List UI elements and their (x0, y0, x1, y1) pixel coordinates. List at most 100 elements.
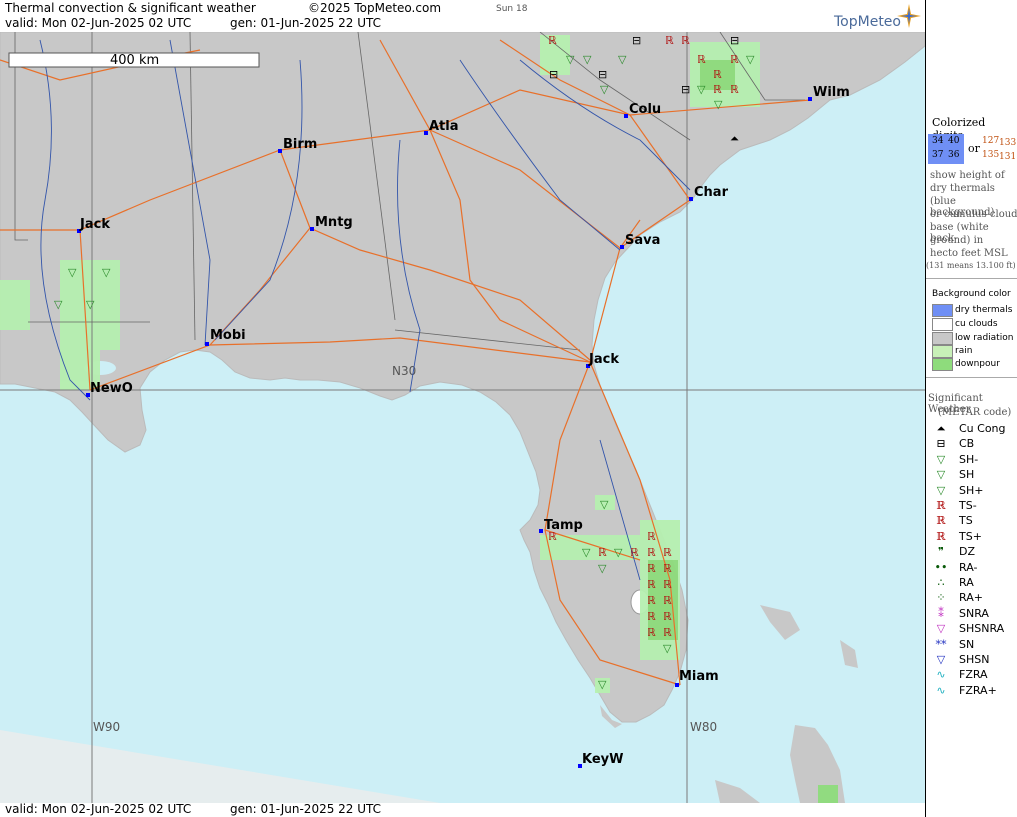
thunderstorm-icon: ℝ (647, 610, 656, 623)
sig-weather-label: SNRA (959, 606, 989, 620)
shower-icon: ▽ (600, 498, 609, 511)
sig-weather-label: CB (959, 437, 975, 451)
snow-rain-icon: ⁑ (938, 606, 944, 620)
sig-weather-label: DZ (959, 545, 976, 559)
freezing-rain-heavy-icon: ∿ (936, 683, 946, 697)
white-digits-box: 127 133 135 131 (982, 136, 1017, 162)
desc-line: hecto feet MSL (930, 248, 1008, 259)
bg-label: cu clouds (955, 319, 998, 329)
bg-label: rain (955, 346, 973, 356)
sig-weather-label: FZRA+ (959, 683, 997, 697)
thunderstorm-icon: ℝ (936, 514, 946, 528)
thunderstorm-icon: ℝ (630, 546, 639, 559)
sig-weather-label: Cu Cong (959, 422, 1006, 435)
valid-time: valid: Mon 02-Jun-2025 02 UTC (5, 16, 192, 30)
thunderstorm-icon: ℝ (713, 83, 722, 96)
blue-digits-box: 34 40 37 36 (928, 134, 964, 164)
thunderstorm-icon: ℝ (598, 546, 607, 559)
sig-weather-label: RA (959, 576, 974, 589)
thunderstorm-heavy-icon: ℝ (936, 529, 946, 543)
bg-label: downpour (955, 359, 1000, 369)
rain-light-icon: •• (934, 560, 948, 574)
shower-icon: ▽ (746, 53, 755, 66)
city-atlanta: Atla (429, 119, 459, 134)
cb-icon: ⊟ (681, 83, 690, 96)
desc-line: ground) in (930, 235, 984, 246)
shower-icon: ▽ (566, 53, 575, 66)
sig-weather-label: SHSN (959, 653, 990, 666)
bg-label: dry thermals (955, 305, 1013, 315)
sig-weather-label: TS+ (959, 529, 982, 543)
shower-icon: ▽ (714, 98, 723, 111)
swatch-downpour (932, 358, 953, 371)
thunderstorm-icon: ℝ (647, 562, 656, 575)
grid-label-w90: W90 (93, 720, 120, 734)
sig-weather-label: TS- (959, 499, 977, 512)
sig-weather-label: TS (959, 514, 973, 528)
shower-icon: ▽ (582, 546, 591, 559)
city-birmingham: Birm (283, 137, 317, 152)
city-wilmington: Wilm (813, 85, 850, 100)
legend-panel: Colorized digits 34 40 37 36 or 127 133 … (925, 0, 1017, 817)
weather-map[interactable]: N30 W90 W80 400 km ℝ ℝ ℝ ▽ ▽ ▽ ℝ ℝ ▽ ℝ ▽… (0, 32, 925, 803)
sig-weather-label: RA- (959, 560, 978, 574)
cb-icon: ⊟ (632, 34, 641, 47)
cb-icon: ⊟ (598, 68, 607, 81)
swatch-low-radiation (932, 332, 953, 345)
thunderstorm-icon: ℝ (681, 34, 690, 47)
thunderstorm-icon: ℝ (663, 562, 672, 575)
sig-sub: (METAR code) (938, 407, 1012, 418)
cu-cong-icon: ⏶ (730, 132, 739, 145)
sig-weather-label: SH (959, 468, 975, 482)
shower-icon: ▽ (598, 678, 607, 691)
shower-icon: ▽ (614, 546, 623, 559)
city-montgomery: Mntg (315, 215, 353, 230)
city-mobile: Mobi (210, 328, 246, 343)
city-savannah: Sava (625, 233, 660, 248)
thunderstorm-icon: ℝ (663, 578, 672, 591)
shower-light-icon: ▽ (936, 452, 946, 466)
thunderstorm-icon: ℝ (663, 546, 672, 559)
sig-weather-label: FZRA (959, 668, 988, 682)
city-key-west: KeyW (582, 752, 623, 767)
sig-weather-label: SHSNRA (959, 622, 1005, 636)
shower-icon: ▽ (618, 53, 627, 66)
thunderstorm-icon: ℝ (647, 626, 656, 639)
thunderstorm-icon: ℝ (647, 530, 656, 543)
swatch-rain (932, 345, 953, 358)
city-columbia: Colu (629, 102, 661, 117)
chart-title: Thermal convection & significant weather (5, 1, 256, 15)
thunderstorm-icon: ℝ (663, 594, 672, 607)
desc-line: show height of (930, 170, 1005, 181)
thunderstorm-icon: ℝ (730, 83, 739, 96)
snow-shower-icon: ▽ (936, 653, 946, 666)
shower-icon: ▽ (598, 562, 607, 575)
shower-icon: ▽ (663, 642, 672, 655)
rain-heavy-icon: ⁘ (936, 591, 946, 605)
city-miami: Miam (679, 669, 719, 684)
city-charleston: Char (694, 185, 729, 200)
drizzle-icon: ❞ (938, 545, 944, 559)
brand-logo: TopMeteo (834, 14, 901, 30)
desc-line: dry thermals (930, 183, 995, 194)
thunderstorm-light-icon: ℝ (936, 499, 946, 512)
rain-icon: ∴ (937, 576, 945, 589)
shower-icon: ▽ (86, 298, 95, 311)
thunderstorm-icon: ℝ (647, 578, 656, 591)
sun-label: Sun 18 (496, 4, 528, 14)
bg-title: Background color (932, 289, 1011, 299)
footer: valid: Mon 02-Jun-2025 02 UTC gen: 01-Ju… (0, 802, 925, 817)
cb-icon: ⊟ (730, 34, 739, 47)
city-tampa: Tamp (544, 518, 583, 533)
cu-cong-icon: ⏶ (936, 422, 946, 435)
shower-icon: ▽ (936, 468, 946, 482)
copyright: ©2025 TopMeteo.com (308, 1, 442, 15)
gen-time: gen: 01-Jun-2025 22 UTC (230, 16, 382, 30)
logo-star-icon (897, 4, 921, 28)
shower-icon: ▽ (102, 266, 111, 279)
desc-line: (131 means 13.100 ft) (926, 261, 1016, 270)
thunderstorm-icon: ℝ (697, 53, 706, 66)
snow-rain-shower-icon: ▽ (936, 622, 946, 636)
swatch-dry-thermals (932, 304, 953, 317)
thunderstorm-icon: ℝ (663, 610, 672, 623)
